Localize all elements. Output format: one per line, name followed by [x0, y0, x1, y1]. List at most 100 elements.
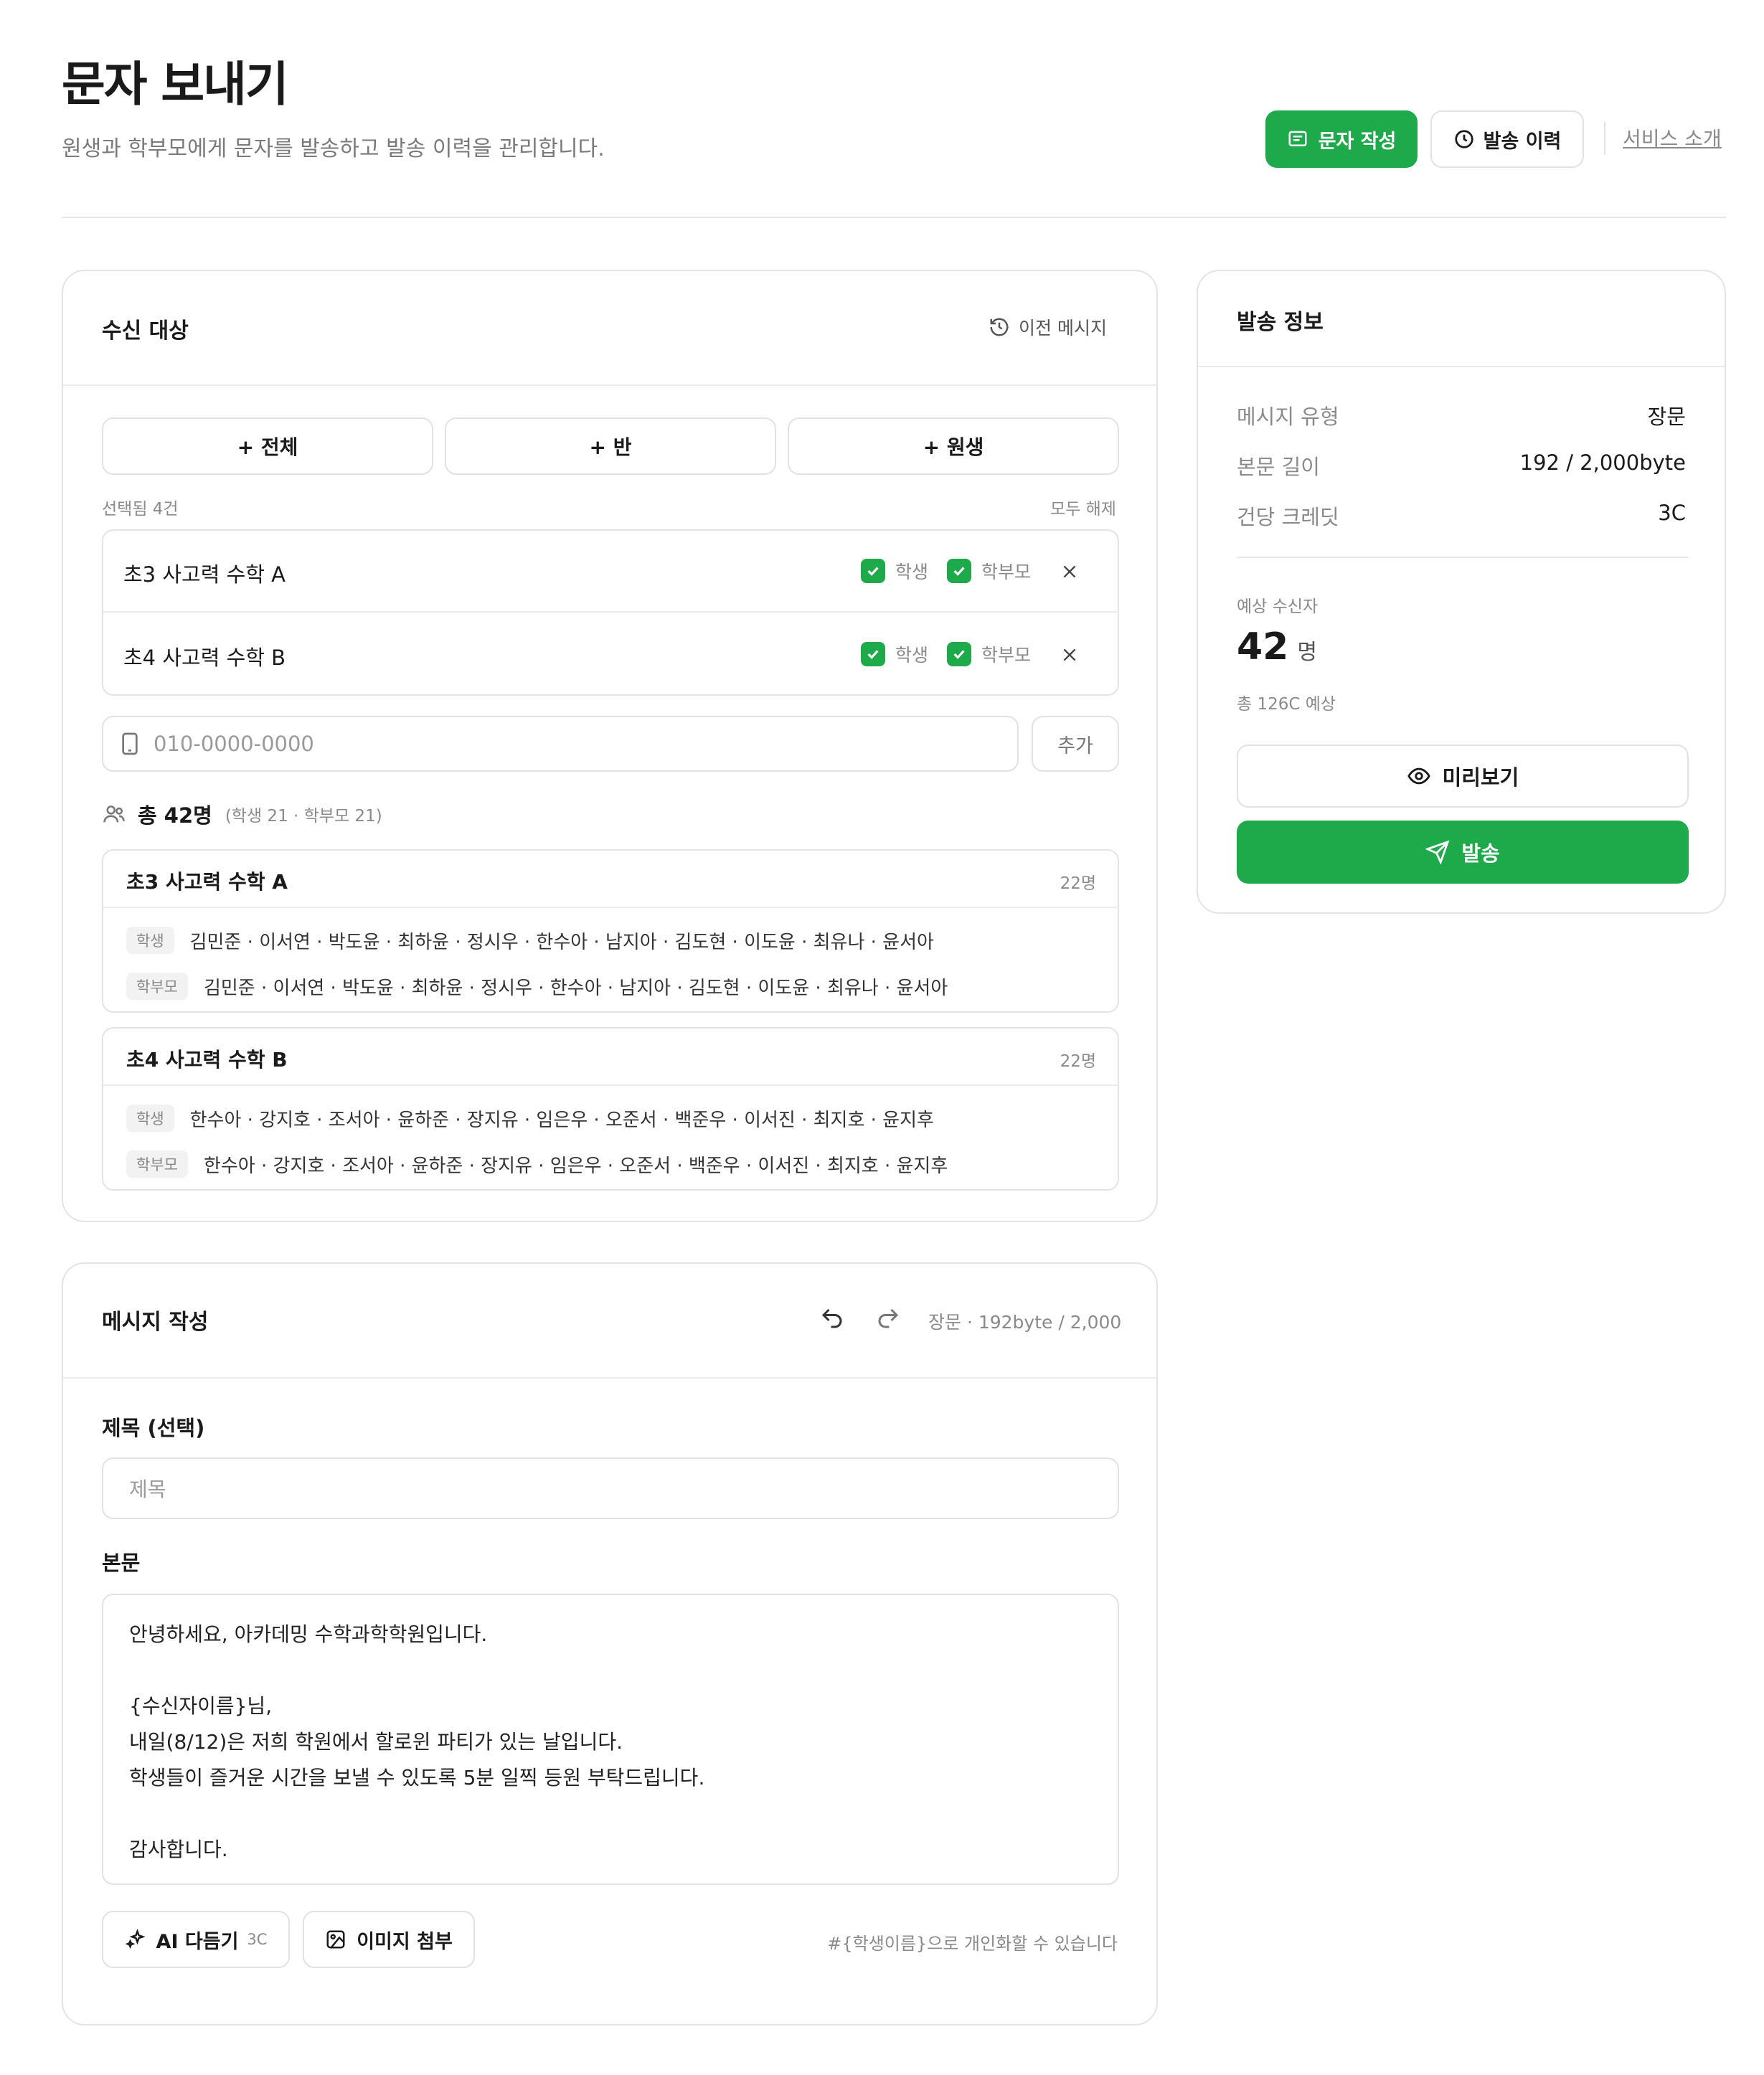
compose-header-divider	[63, 1377, 1156, 1379]
undo-icon[interactable]	[819, 1305, 845, 1331]
student-checkbox-label: 학생	[895, 645, 929, 666]
recipients-header-divider	[63, 384, 1156, 386]
personalize-hint: #{학생이름}으로 개인화할 수 있습니다	[827, 1934, 1118, 1954]
expected-label: 예상 수신자	[1237, 597, 1319, 616]
compose-card: 메시지 작성 장문 · 192byte / 2,000 제목 (선택) 제목 본…	[62, 1262, 1158, 2026]
subject-label: 제목 (선택)	[102, 1416, 205, 1440]
group-row: 학부모 한수아 · 강지호 · 조서아 · 윤하준 · 장지유 · 임은우 · …	[126, 1150, 948, 1178]
body-textarea[interactable]: 안녕하세요, 아카데밍 수학과학학원입니다. {수신자이름}님, 내일(8/12…	[102, 1594, 1119, 1885]
parent-checkbox[interactable]: 학부모	[947, 641, 1031, 667]
compose-tab-label: 문자 작성	[1318, 130, 1397, 153]
group-name: 초4 사고력 수학 B	[126, 1048, 288, 1072]
group-row-names: 김민준 · 이서연 · 박도윤 · 최하윤 · 정시우 · 한수아 · 남지아 …	[203, 977, 948, 999]
total-detail: (학생 21 · 학부모 21)	[225, 807, 382, 826]
recipient-group: 초3 사고력 수학 A 22명 학생 김민준 · 이서연 · 박도윤 · 최하윤…	[102, 849, 1119, 1013]
body-line	[129, 1796, 1092, 1832]
add-all-button[interactable]: + 전체	[102, 417, 433, 475]
info-row-label: 본문 길이	[1237, 455, 1320, 479]
selected-item: 초3 사고력 수학 A 학생 학부모	[103, 531, 1118, 613]
send-button[interactable]: 발송	[1237, 821, 1689, 884]
redo-icon[interactable]	[875, 1305, 901, 1331]
body-line: 내일(8/12)은 저희 학원에서 할로윈 파티가 있는 날입니다.	[129, 1730, 623, 1754]
image-icon	[325, 1929, 346, 1950]
group-row: 학부모 김민준 · 이서연 · 박도윤 · 최하윤 · 정시우 · 한수아 · …	[126, 973, 948, 1000]
preview-button[interactable]: 미리보기	[1237, 745, 1689, 808]
group-count: 22명	[1060, 1052, 1096, 1071]
close-icon[interactable]	[1060, 646, 1079, 664]
message-icon	[1287, 128, 1308, 150]
attach-image-button[interactable]: 이미지 첨부	[303, 1911, 475, 1968]
sparkle-icon	[125, 1929, 146, 1950]
attach-image-label: 이미지 첨부	[357, 1930, 453, 1953]
role-tag: 학생	[126, 927, 174, 954]
expected-count-group: 42 명	[1237, 625, 1317, 668]
compose-tab-button[interactable]: 문자 작성	[1265, 110, 1418, 168]
previous-message-button[interactable]: 이전 메시지	[989, 314, 1107, 340]
ai-polish-cost: 3C	[247, 1931, 268, 1948]
recipient-group: 초4 사고력 수학 B 22명 학생 한수아 · 강지호 · 조서아 · 윤하준…	[102, 1027, 1119, 1191]
body-line: {수신자이름}님,	[129, 1694, 273, 1718]
info-row-label: 메시지 유형	[1237, 405, 1339, 429]
role-tag: 학생	[126, 1105, 174, 1132]
send-icon	[1425, 840, 1450, 864]
send-info-title: 발송 정보	[1237, 310, 1324, 335]
check-icon	[861, 559, 885, 583]
compose-title: 메시지 작성	[102, 1310, 209, 1335]
page-subtitle: 원생과 학부모에게 문자를 발송하고 발송 이력을 관리합니다.	[62, 136, 605, 161]
group-row: 학생 김민준 · 이서연 · 박도윤 · 최하윤 · 정시우 · 한수아 · 남…	[126, 927, 934, 954]
group-divider	[103, 1084, 1118, 1086]
header-divider	[1604, 122, 1605, 155]
student-checkbox[interactable]: 학생	[861, 641, 928, 667]
compose-meta: 장문 · 192byte / 2,000	[928, 1312, 1122, 1333]
info-row-value: 3C	[1658, 501, 1686, 525]
student-checkbox[interactable]: 학생	[861, 558, 928, 584]
student-checkbox-label: 학생	[895, 562, 929, 582]
recipients-card: 수신 대상 이전 메시지 + 전체 + 반 + 원생 선택됨 4건 모두 해제 …	[62, 270, 1158, 1222]
body-line: 감사합니다.	[129, 1838, 228, 1861]
close-icon[interactable]	[1060, 562, 1079, 581]
info-row-label: 건당 크레딧	[1237, 505, 1339, 529]
history-tab-label: 발송 이력	[1483, 130, 1562, 153]
ai-polish-button[interactable]: AI 다듬기 3C	[102, 1911, 290, 1968]
parent-checkbox-label: 학부모	[981, 645, 1032, 666]
clear-all-button[interactable]: 모두 해제	[1050, 495, 1116, 519]
send-label: 발송	[1461, 841, 1500, 866]
history-tab-button[interactable]: 발송 이력	[1430, 110, 1584, 168]
check-icon	[947, 559, 971, 583]
selected-item-name: 초3 사고력 수학 A	[123, 562, 286, 587]
group-row: 학생 한수아 · 강지호 · 조서아 · 윤하준 · 장지유 · 임은우 · 오…	[126, 1105, 934, 1132]
service-intro-link[interactable]: 서비스 소개	[1623, 123, 1722, 152]
phone-input[interactable]: 010-0000-0000	[102, 716, 1019, 772]
info-row-value: 192 / 2,000byte	[1519, 450, 1686, 475]
preview-label: 미리보기	[1442, 765, 1519, 790]
subject-input[interactable]: 제목	[102, 1457, 1119, 1519]
users-icon	[102, 802, 126, 826]
page-title: 문자 보내기	[62, 57, 289, 112]
check-icon	[861, 642, 885, 666]
total-label: 총 42명	[138, 803, 212, 828]
group-row-names: 한수아 · 강지호 · 조서아 · 윤하준 · 장지유 · 임은우 · 오준서 …	[189, 1109, 934, 1131]
parent-checkbox-label: 학부모	[981, 562, 1032, 582]
subject-placeholder: 제목	[129, 1478, 166, 1501]
eye-icon	[1407, 764, 1431, 788]
page: { "header": { "title": "문자 보내기", "subtit…	[0, 0, 1764, 2075]
phone-icon	[121, 732, 139, 755]
group-divider	[103, 907, 1118, 908]
parent-checkbox[interactable]: 학부모	[947, 558, 1031, 584]
body-line: 학생들이 즐거운 시간을 보낼 수 있도록 5분 일찍 등원 부탁드립니다.	[129, 1766, 705, 1790]
history-icon	[989, 316, 1010, 338]
group-row-names: 한수아 · 강지호 · 조서아 · 윤하준 · 장지유 · 임은우 · 오준서 …	[203, 1155, 948, 1177]
role-tag: 학부모	[126, 1150, 188, 1178]
add-student-button[interactable]: + 원생	[788, 417, 1119, 475]
selected-item-name: 초4 사고력 수학 B	[123, 646, 286, 670]
group-name: 초3 사고력 수학 A	[126, 870, 288, 894]
selected-count: 선택됨 4건	[102, 500, 179, 519]
body-line: 안녕하세요, 아카데밍 수학과학학원입니다.	[129, 1622, 488, 1646]
phone-input-placeholder: 010-0000-0000	[154, 732, 314, 756]
add-phone-button[interactable]: 추가	[1032, 716, 1119, 772]
info-row-value: 장문	[1647, 405, 1686, 429]
clock-icon	[1453, 128, 1475, 150]
add-class-button[interactable]: + 반	[445, 417, 776, 475]
selected-list: 초3 사고력 수학 A 학생 학부모 초4 사고력 수학 B 학생 학부모	[102, 529, 1119, 696]
send-info-card: 발송 정보 메시지 유형 장문 본문 길이 192 / 2,000byte 건당…	[1197, 270, 1726, 914]
